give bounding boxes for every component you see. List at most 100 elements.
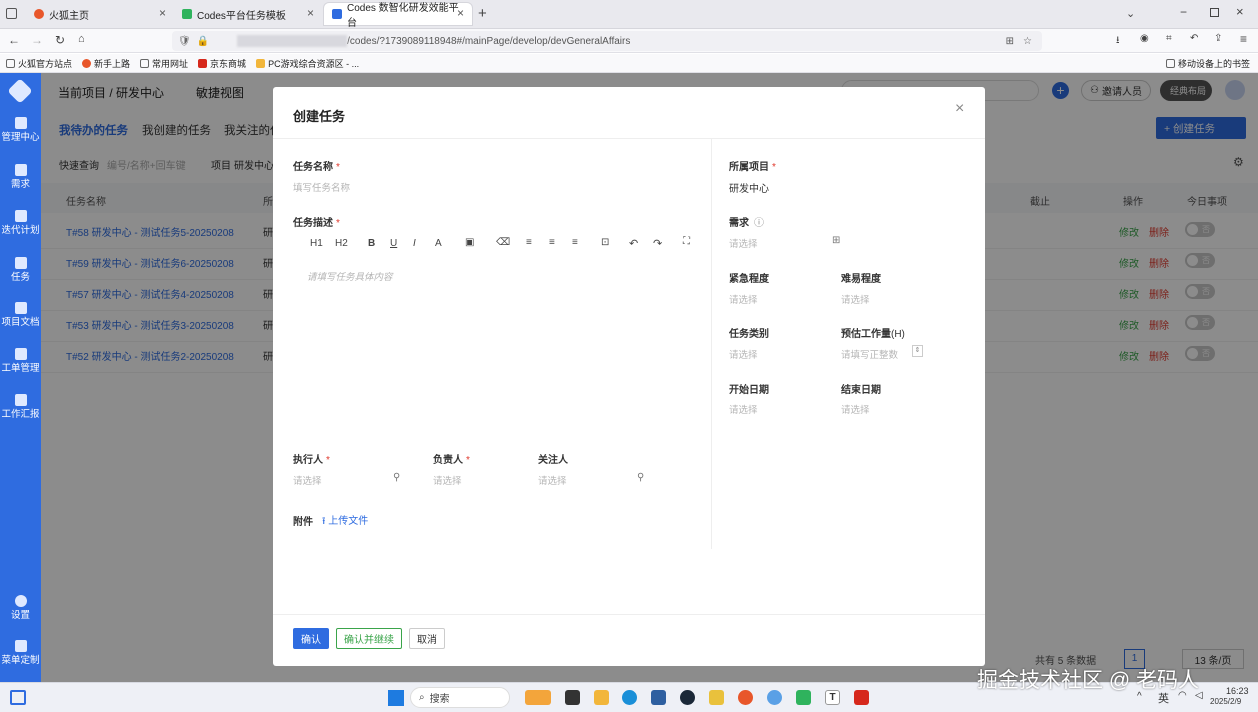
edge-icon[interactable] — [622, 690, 637, 705]
difficulty-label: 难易程度 — [841, 274, 881, 285]
chat-icon[interactable] — [767, 690, 782, 705]
description-editor[interactable]: 请填写任务具体内容 — [293, 259, 711, 439]
new-tab-button[interactable]: + — [478, 5, 487, 22]
urgency-select[interactable]: 请选择 — [729, 292, 829, 306]
requirement-select[interactable]: 请选择 — [729, 236, 829, 250]
search-label: 搜索 — [429, 694, 450, 705]
app-icon[interactable] — [525, 690, 551, 705]
stepper-icon[interactable]: ⇕ — [912, 345, 923, 357]
executor-select[interactable]: 请选择 — [293, 473, 403, 487]
follower-select[interactable]: 请选择 — [538, 473, 638, 487]
heading2-button[interactable]: H2 — [335, 238, 348, 249]
address-bar[interactable]: 🛡 🔒 /codes/?1739089118948#/mainPage/deve… — [172, 31, 1042, 51]
sidebar-item-requirements[interactable]: 需求 — [0, 164, 41, 190]
close-dialog-icon[interactable]: × — [955, 100, 964, 118]
browser-tab-3[interactable]: Codes 数智化研发效能平台 × — [324, 3, 472, 29]
workload-input[interactable]: 请填写正整数 — [841, 347, 911, 361]
clock[interactable]: 16:23 — [1226, 686, 1249, 696]
app-icon[interactable] — [854, 690, 869, 705]
browser-tab-2[interactable]: Codes平台任务模板 × — [174, 3, 322, 25]
widgets-icon[interactable] — [10, 690, 26, 705]
app-icon[interactable] — [709, 690, 724, 705]
taskview-icon[interactable] — [565, 690, 580, 705]
user-icon[interactable]: ⚲ — [393, 472, 400, 483]
mobile-bookmarks[interactable]: 移动设备上的书签 — [1165, 57, 1250, 70]
help-icon[interactable]: ⓘ — [754, 218, 764, 229]
end-date-picker[interactable]: 请选择 — [841, 402, 941, 416]
typora-icon[interactable]: T — [825, 690, 840, 705]
bookmark-label: 新手上路 — [94, 58, 131, 69]
maximize-icon[interactable] — [1210, 8, 1219, 17]
history-icon[interactable]: ↶ — [1190, 33, 1198, 44]
home-icon[interactable]: ⌂ — [78, 33, 85, 45]
translate-icon[interactable]: ⊞ — [1006, 36, 1014, 47]
bold-button[interactable]: B — [368, 238, 375, 249]
underline-button[interactable]: U — [390, 238, 397, 249]
align-left-icon[interactable]: ≡ — [526, 237, 532, 248]
close-window-icon[interactable]: × — [1236, 4, 1244, 19]
confirm-continue-button[interactable]: 确认并继续 — [336, 628, 402, 649]
bookmark-item[interactable]: 常用网址 — [140, 57, 188, 70]
redo-icon[interactable]: ↷ — [653, 237, 662, 250]
sidebar-item-docs[interactable]: 项目文档 — [0, 302, 41, 328]
close-tab-icon[interactable]: × — [307, 6, 314, 20]
close-tab-icon[interactable]: × — [457, 6, 464, 20]
bookmark-item[interactable]: 京东商城 — [198, 57, 246, 70]
tab-overview-icon[interactable] — [6, 8, 17, 19]
undo-icon[interactable]: ↶ — [629, 237, 638, 250]
italic-button[interactable]: I — [413, 238, 416, 249]
bookmark-star-icon[interactable]: ☆ — [1023, 36, 1032, 47]
account-icon[interactable]: ◉ — [1140, 33, 1149, 44]
menu-icon[interactable]: ≡ — [1240, 32, 1247, 46]
tree-icon[interactable]: ⊞ — [832, 235, 840, 246]
fullscreen-icon[interactable]: ⛶ — [683, 236, 690, 247]
task-name-input[interactable]: 填写任务名称 — [293, 180, 703, 198]
highlight-icon[interactable]: ▣ — [465, 237, 474, 248]
windows-start-icon[interactable] — [388, 690, 404, 706]
close-tab-icon[interactable]: × — [159, 6, 166, 20]
wechat-icon[interactable] — [796, 690, 811, 705]
sidebar-item-menu-custom[interactable]: 菜单定制 — [0, 640, 41, 666]
sidebar-item-admin[interactable]: 管理中心 — [0, 117, 41, 143]
minimize-icon[interactable]: − — [1180, 5, 1187, 19]
align-center-icon[interactable]: ≡ — [549, 237, 555, 248]
heading1-button[interactable]: H1 — [310, 238, 323, 249]
bookmark-item[interactable]: 火狐官方站点 — [6, 57, 72, 70]
confirm-button[interactable]: 确认 — [293, 628, 329, 649]
download-icon[interactable]: ⭳ — [1116, 33, 1120, 50]
cancel-button[interactable]: 取消 — [409, 628, 445, 649]
share-icon[interactable]: ⇪ — [1214, 33, 1222, 44]
forward-icon[interactable]: → — [31, 33, 43, 47]
firefox-icon[interactable] — [738, 690, 753, 705]
grid-icon — [14, 640, 27, 652]
sidebar-item-iterations[interactable]: 迭代计划 — [0, 210, 41, 236]
sidebar-item-settings[interactable]: 设置 — [0, 595, 41, 621]
app-logo-icon[interactable] — [7, 78, 33, 104]
upload-button[interactable]: ⭱ 上传文件 — [322, 512, 368, 531]
tab-list-icon[interactable]: ⌄ — [1126, 7, 1135, 20]
owner-select[interactable]: 请选择 — [433, 473, 523, 487]
sidebar-item-tickets[interactable]: 工单管理 — [0, 348, 41, 374]
folder-icon — [6, 58, 15, 68]
user-icon[interactable]: ⚲ — [637, 472, 644, 483]
file-explorer-icon[interactable] — [594, 690, 609, 705]
store-icon[interactable] — [651, 690, 666, 705]
image-icon[interactable]: ⊡ — [601, 237, 609, 248]
extension-icon[interactable]: ⌗ — [1166, 33, 1172, 44]
reload-icon[interactable]: ↻ — [55, 33, 65, 47]
start-date-picker[interactable]: 请选择 — [729, 402, 829, 416]
category-select[interactable]: 请选择 — [729, 347, 829, 361]
steam-icon[interactable] — [680, 690, 695, 705]
difficulty-select[interactable]: 请选择 — [841, 292, 941, 306]
browser-tab-1[interactable]: 火狐主页 × — [26, 3, 174, 25]
bookmark-item[interactable]: PC游戏综合资源区 - ... — [256, 57, 359, 70]
back-icon[interactable]: ← — [8, 33, 20, 47]
clipboard-icon — [14, 257, 27, 269]
taskbar-search[interactable]: ⌕ 搜索 — [410, 687, 510, 708]
align-right-icon[interactable]: ≡ — [572, 237, 578, 248]
sidebar-item-reports[interactable]: 工作汇报 — [0, 394, 41, 420]
sidebar-item-tasks[interactable]: 任务 — [0, 257, 41, 283]
font-color-button[interactable]: A — [435, 238, 442, 249]
eraser-icon[interactable]: ⌫ — [496, 237, 510, 248]
bookmark-item[interactable]: 新手上路 — [82, 57, 130, 70]
